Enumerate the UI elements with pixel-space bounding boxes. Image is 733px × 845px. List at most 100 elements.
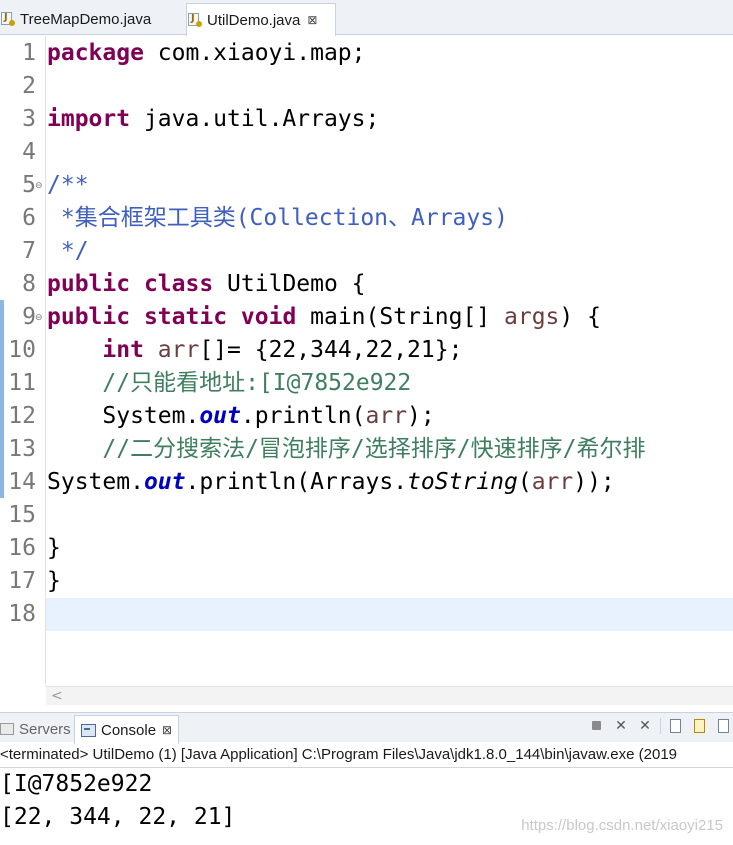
- remove-all-terminated-icon[interactable]: ✕: [636, 717, 654, 735]
- console-tab-bar: Servers Console ⊠ ✕ ✕: [0, 712, 733, 744]
- code-token: out: [199, 403, 241, 429]
- code-line[interactable]: System.out.println(arr);: [47, 400, 435, 433]
- code-line[interactable]: package com.xiaoyi.map;: [47, 37, 366, 70]
- line-number: 10: [8, 337, 36, 363]
- java-file-icon: [188, 13, 202, 27]
- code-token: toString: [407, 469, 518, 495]
- code-token: ) {: [559, 304, 601, 330]
- code-token: int: [102, 337, 144, 363]
- code-token: []= {22,344,22,21};: [199, 337, 463, 363]
- line-number: 8: [22, 271, 36, 297]
- line-number: 9: [22, 304, 36, 330]
- code-token: *集合框架工具类(Collection、Arrays): [47, 205, 508, 231]
- scroll-lock-icon[interactable]: [667, 717, 685, 735]
- tab-console[interactable]: Console ⊠: [74, 715, 180, 744]
- code-token: arr: [365, 403, 408, 429]
- code-line[interactable]: //只能看地址:[I@7852e922: [47, 367, 411, 400]
- remove-launch-icon[interactable]: ✕: [612, 717, 630, 735]
- code-token: out: [143, 469, 186, 495]
- code-token: args: [504, 304, 560, 330]
- code-token: void: [240, 304, 297, 330]
- tab-treemapdemo[interactable]: TreeMapDemo.java: [0, 3, 184, 35]
- console-status: <terminated> UtilDemo (1) [Java Applicat…: [0, 742, 733, 768]
- scroll-left-icon[interactable]: <: [51, 687, 63, 705]
- tab-utildemo[interactable]: UtilDemo.java ⊠: [186, 3, 336, 36]
- code-line[interactable]: int arr[]= {22,344,22,21};: [47, 334, 462, 367]
- code-line[interactable]: */: [47, 235, 89, 268]
- code-token: java.util.Arrays;: [130, 106, 380, 132]
- current-line-highlight: [46, 598, 733, 631]
- code-token: (: [517, 469, 532, 495]
- code-token: static: [143, 304, 228, 330]
- code-token: .println(Arrays.: [185, 469, 408, 495]
- line-number: 16: [8, 535, 36, 561]
- close-icon[interactable]: ⊠: [162, 723, 172, 737]
- line-number: 2: [22, 73, 36, 99]
- code-token: arr: [157, 337, 200, 363]
- code-token: .println(: [240, 403, 366, 429]
- code-editor[interactable]: 1 package com.xiaoyi.map; 2 3 import java.ut…: [0, 36, 733, 686]
- code-token: public: [47, 271, 131, 297]
- code-token: /**: [47, 172, 89, 198]
- toolbar-separator: [660, 718, 661, 734]
- code-token: ));: [573, 469, 615, 495]
- fold-toggle-icon[interactable]: ⊖: [35, 313, 43, 323]
- code-token: package: [47, 40, 144, 66]
- code-token: System.: [47, 403, 200, 429]
- code-token: UtilDemo {: [213, 271, 366, 297]
- close-icon[interactable]: ⊠: [307, 13, 317, 27]
- code-line[interactable]: }: [47, 532, 61, 565]
- line-number: 12: [8, 403, 36, 429]
- tab-servers[interactable]: Servers: [0, 715, 71, 743]
- line-number: 14: [8, 469, 36, 495]
- terminate-icon[interactable]: [588, 717, 606, 735]
- pin-console-icon[interactable]: [715, 717, 733, 735]
- line-number: 5: [22, 172, 36, 198]
- console-toolbar: ✕ ✕: [582, 717, 733, 735]
- code-token: System.: [47, 469, 144, 495]
- code-line[interactable]: import java.util.Arrays;: [47, 103, 379, 136]
- code-line[interactable]: public static void main(String[] args) {: [47, 301, 601, 334]
- code-token: //只能看地址:[I@7852e922: [102, 370, 412, 396]
- line-number: 17: [8, 568, 36, 594]
- code-token: public: [47, 304, 131, 330]
- tab-label: Servers: [19, 720, 71, 738]
- code-line[interactable]: }: [47, 565, 61, 598]
- code-token: */: [47, 238, 89, 264]
- code-line[interactable]: System.out.println(Arrays.toString(arr))…: [47, 466, 615, 499]
- code-line[interactable]: /**: [47, 169, 89, 202]
- tab-label: TreeMapDemo.java: [20, 10, 152, 28]
- line-number: 7: [22, 238, 36, 264]
- line-number: 15: [8, 502, 36, 528]
- line-number: 3: [22, 106, 36, 132]
- code-line[interactable]: *集合框架工具类(Collection、Arrays): [47, 202, 508, 235]
- code-token: }: [47, 535, 61, 561]
- show-console-icon[interactable]: [691, 717, 709, 735]
- code-token: );: [407, 403, 435, 429]
- fold-toggle-icon[interactable]: ⊖: [35, 181, 43, 191]
- line-number: 18: [8, 601, 36, 627]
- java-file-icon: [1, 12, 15, 26]
- line-number: 1: [22, 40, 36, 66]
- servers-icon: [0, 723, 14, 735]
- code-line[interactable]: //二分搜索法/冒泡排序/选择排序/快速排序/希尔排: [47, 433, 645, 466]
- editor-tab-bar: TreeMapDemo.java UtilDemo.java ⊠: [0, 0, 733, 36]
- code-token: class: [143, 271, 214, 297]
- horizontal-scrollbar[interactable]: <: [46, 686, 733, 705]
- line-number: 4: [22, 139, 36, 165]
- code-token: import: [47, 106, 131, 132]
- console-output-line: [I@7852e922: [0, 771, 153, 797]
- code-token: com.xiaoyi.map;: [143, 40, 366, 66]
- code-line[interactable]: public class UtilDemo {: [47, 268, 366, 301]
- line-number: 11: [8, 370, 36, 396]
- tab-label: UtilDemo.java: [207, 11, 301, 29]
- watermark: https://blog.csdn.net/xiaoyi215: [521, 817, 723, 834]
- tab-label: Console: [101, 721, 157, 739]
